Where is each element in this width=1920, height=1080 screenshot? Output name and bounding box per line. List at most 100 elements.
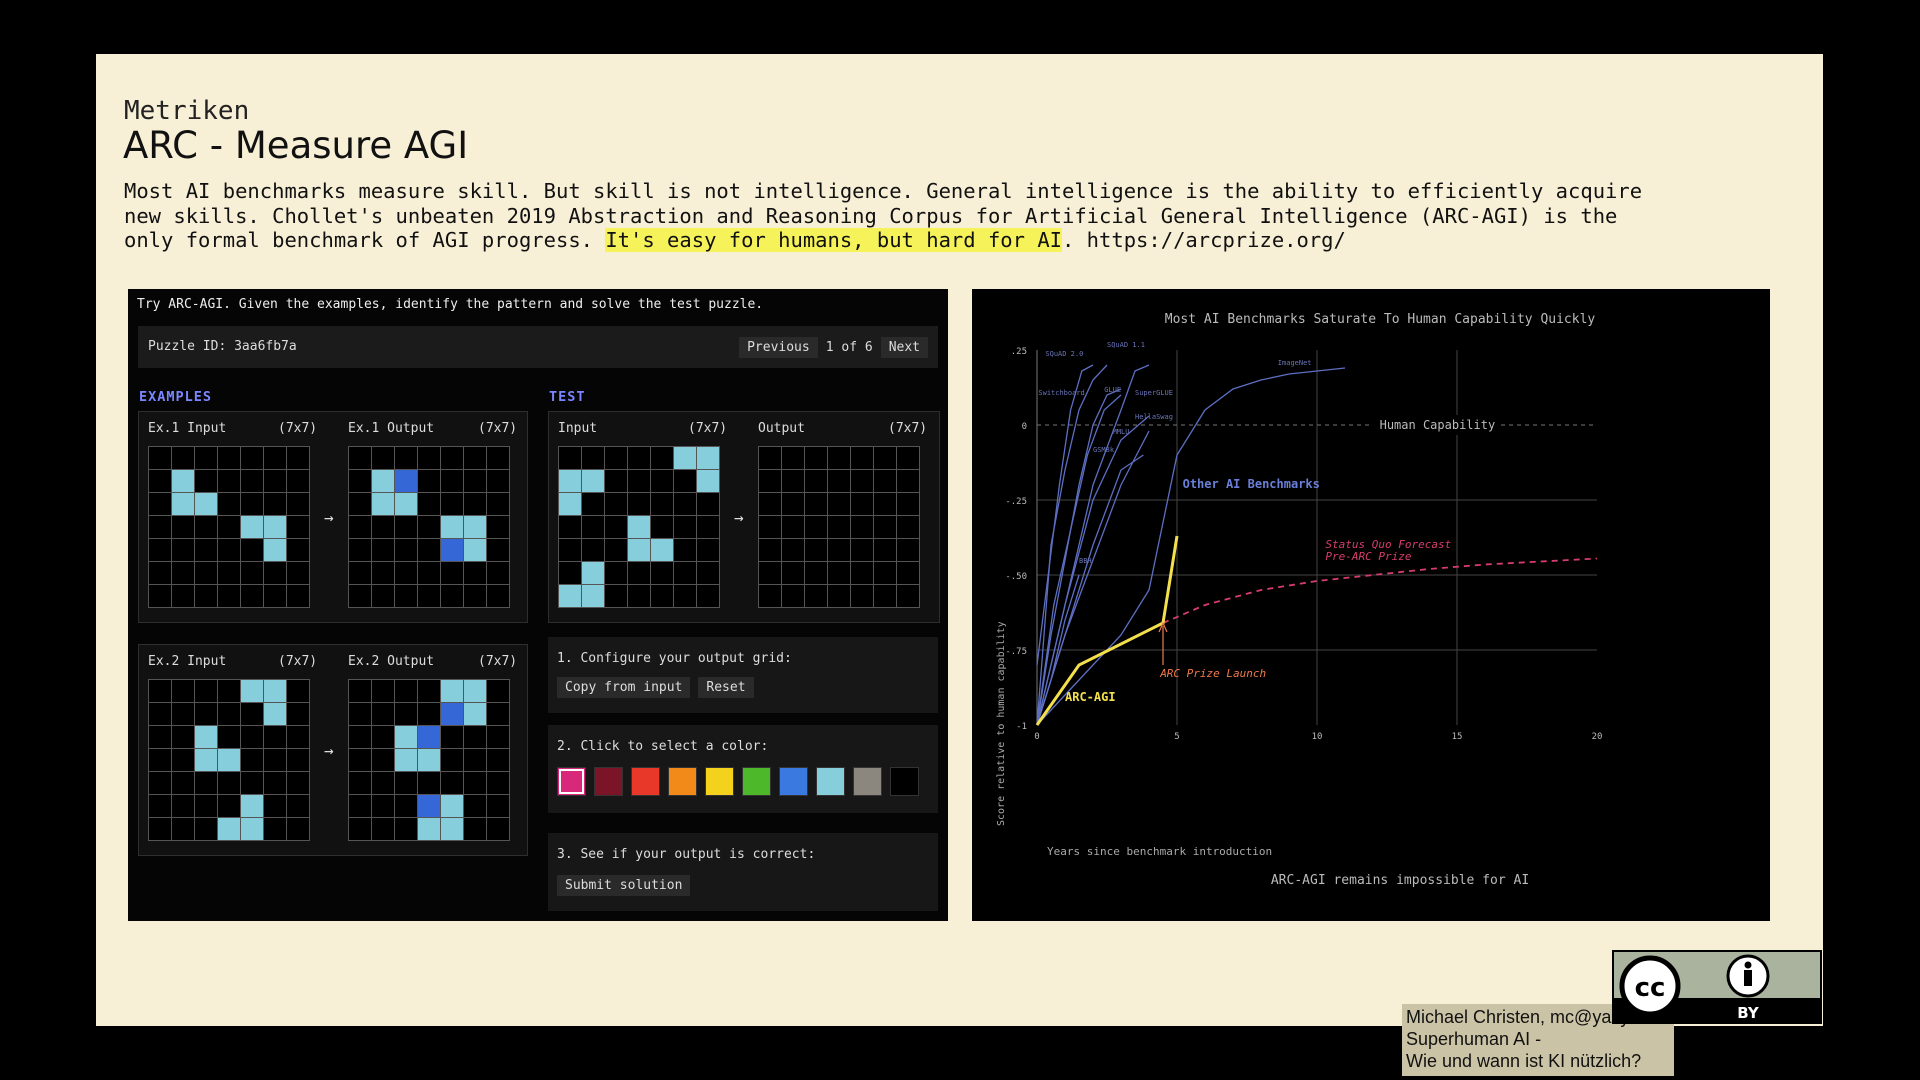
grid-cell[interactable] [851,585,873,607]
grid-cell[interactable] [897,516,919,538]
grid-cell [264,447,286,469]
grid-cell[interactable] [805,539,827,561]
pager: Previous 1 of 6 Next [739,337,928,358]
grid-cell [218,749,240,771]
grid-cell[interactable] [759,562,781,584]
grid-cell [487,447,509,469]
grid-cell [264,703,286,725]
grid-cell[interactable] [874,585,896,607]
color-swatch[interactable] [816,767,845,796]
grid-cell[interactable] [782,585,804,607]
grid-cell [441,680,463,702]
grid-cell [372,562,394,584]
grid-cell[interactable] [759,470,781,492]
grid-cell[interactable] [897,562,919,584]
grid-cell [464,470,486,492]
grid-cell[interactable] [759,447,781,469]
grid-cell [674,470,696,492]
grid-cell[interactable] [851,470,873,492]
grid-cell[interactable] [828,516,850,538]
color-swatch[interactable] [779,767,808,796]
color-swatch[interactable] [742,767,771,796]
grid-cell[interactable] [828,493,850,515]
grid-cell[interactable] [874,447,896,469]
grid-cell[interactable] [874,539,896,561]
grid-cell [287,749,309,771]
submit-solution-button[interactable]: Submit solution [557,875,691,896]
grid-cell [218,585,240,607]
grid-cell[interactable] [782,447,804,469]
grid-cell[interactable] [851,562,873,584]
color-swatch[interactable] [594,767,623,796]
grid-cell[interactable] [782,562,804,584]
grid-cell[interactable] [759,493,781,515]
reset-button[interactable]: Reset [698,677,754,698]
previous-button[interactable]: Previous [739,337,818,358]
grid-cell[interactable] [851,493,873,515]
grid-cell[interactable] [759,539,781,561]
grid-cell[interactable] [828,470,850,492]
grid-cell[interactable] [897,470,919,492]
grid-cell[interactable] [851,539,873,561]
grid-cell[interactable] [782,539,804,561]
grid-cell [195,516,217,538]
grid-cell[interactable] [805,516,827,538]
grid-cell[interactable] [828,585,850,607]
grid-cell[interactable] [759,516,781,538]
grid-cell[interactable] [897,585,919,607]
grid-cell[interactable] [805,562,827,584]
grid-cell [559,585,581,607]
grid-cell [218,818,240,840]
grid-cell[interactable] [805,585,827,607]
grid-cell[interactable] [805,447,827,469]
grid-cell [651,562,673,584]
next-button[interactable]: Next [880,337,928,358]
test-output-grid[interactable] [758,446,920,608]
y-tick-label: 0 [1022,422,1027,432]
ex2-input-label: Ex.2 Input [148,654,227,669]
grid-cell [287,447,309,469]
grid-cell[interactable] [828,447,850,469]
grid-cell [195,818,217,840]
color-swatch[interactable] [890,767,919,796]
grid-cell [418,539,440,561]
grid-cell[interactable] [828,562,850,584]
grid-cell[interactable] [874,516,896,538]
color-swatch[interactable] [631,767,660,796]
grid-cell[interactable] [782,516,804,538]
grid-cell [395,585,417,607]
color-swatch[interactable] [705,767,734,796]
grid-cell[interactable] [874,562,896,584]
grid-cell[interactable] [828,539,850,561]
grid-cell [195,562,217,584]
grid-cell [418,585,440,607]
color-swatch[interactable] [557,767,586,796]
grid-cell[interactable] [874,470,896,492]
grid-cell[interactable] [897,539,919,561]
copy-from-input-button[interactable]: Copy from input [557,677,691,698]
ex2-output-grid [348,679,510,841]
grid-cell [287,562,309,584]
grid-cell[interactable] [782,470,804,492]
grid-cell [628,562,650,584]
by-text: BY [1737,1004,1760,1022]
grid-cell[interactable] [782,493,804,515]
grid-cell [195,680,217,702]
grid-cell[interactable] [897,493,919,515]
grid-cell[interactable] [851,516,873,538]
grid-cell [372,516,394,538]
grid-cell[interactable] [874,493,896,515]
grid-cell [218,447,240,469]
other-benchmarks-label: Other AI Benchmarks [1183,477,1320,491]
grid-cell[interactable] [851,447,873,469]
grid-cell[interactable] [805,470,827,492]
grid-cell [349,447,371,469]
grid-cell[interactable] [805,493,827,515]
grid-cell [395,470,417,492]
grid-cell[interactable] [759,585,781,607]
color-swatch[interactable] [668,767,697,796]
color-swatch[interactable] [853,767,882,796]
grid-cell[interactable] [897,447,919,469]
grid-cell [559,539,581,561]
grid-cell [149,539,171,561]
